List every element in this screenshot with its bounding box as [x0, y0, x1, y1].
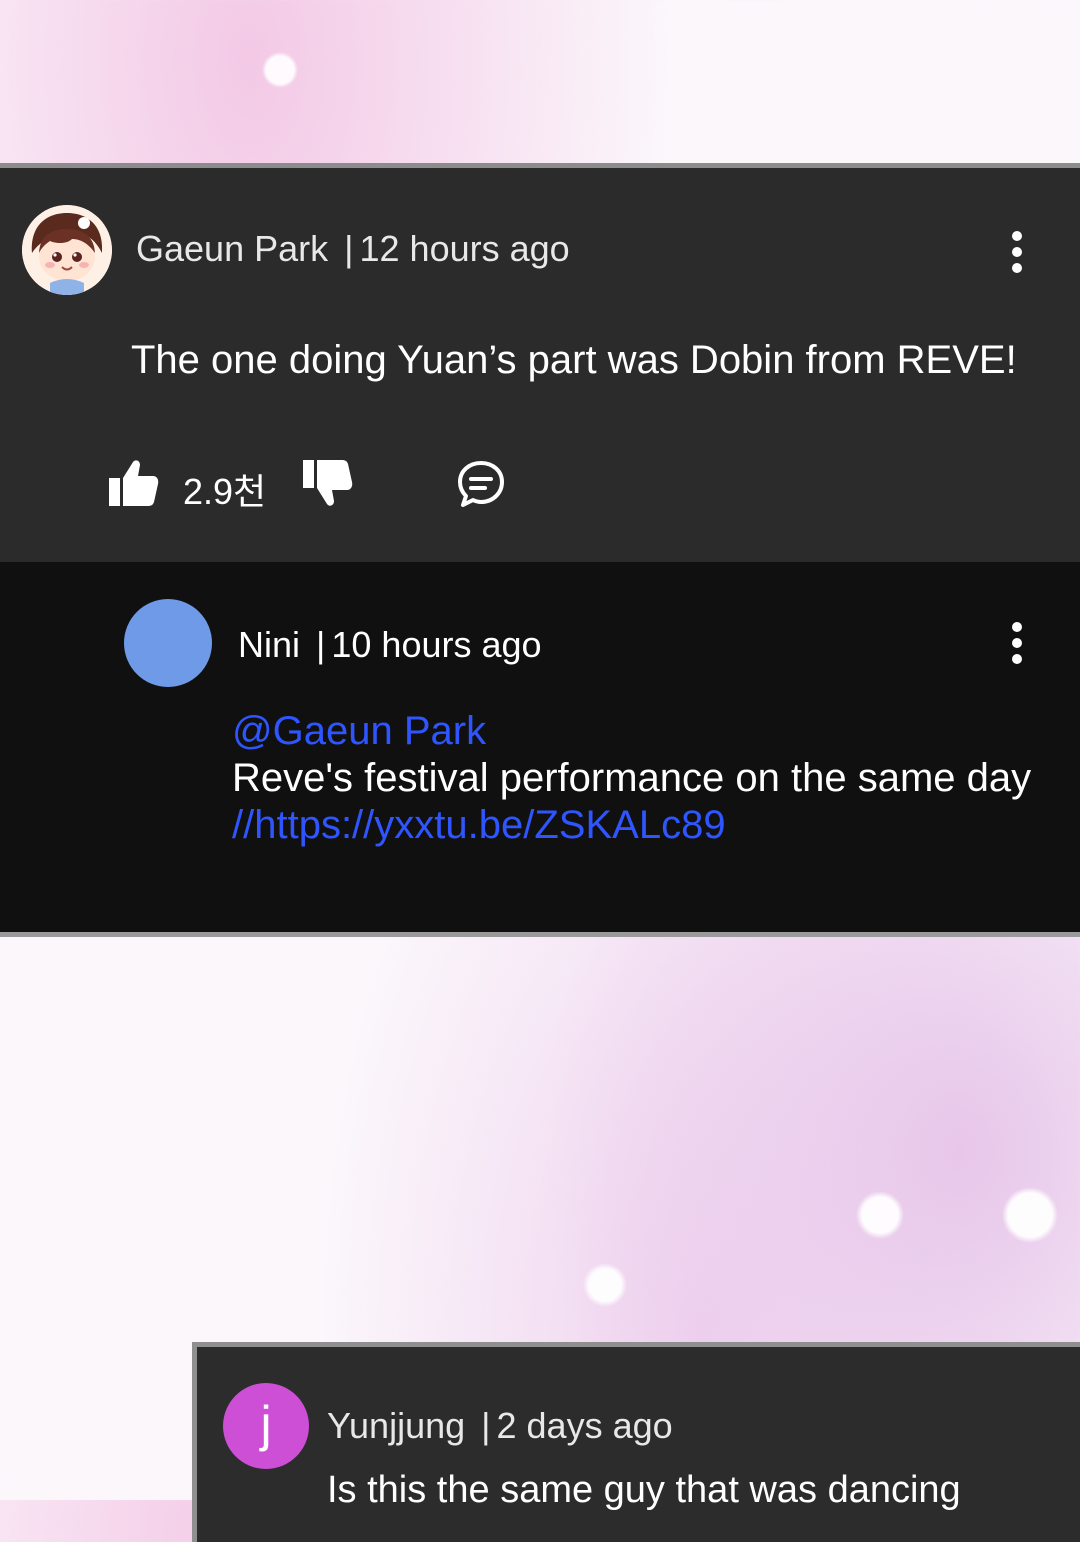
- third-time: 2 days ago: [496, 1405, 673, 1446]
- comment-card-main: Gaeun Park | 12 hours ago The one doing Y…: [0, 163, 1080, 563]
- meta-separator: |: [344, 228, 354, 269]
- like-count: 2.9천: [183, 471, 267, 512]
- third-comment-text: Is this the same guy that was dancing: [327, 1469, 961, 1511]
- third-author[interactable]: Yunjjung: [327, 1405, 465, 1446]
- reply-comment-icon[interactable]: [456, 459, 506, 509]
- reply-user-avatar[interactable]: [124, 599, 212, 687]
- reply-mention[interactable]: @Gaeun Park: [232, 708, 1031, 755]
- comment-card-third: j Yunjjung | 2 days ago Is this the same …: [192, 1342, 1080, 1542]
- reply-time: 10 hours ago: [331, 624, 542, 665]
- reply-text: Reve's festival performance on the same …: [232, 756, 1032, 800]
- more-options-icon[interactable]: [1011, 231, 1023, 275]
- comment-author[interactable]: Gaeun Park: [136, 228, 328, 269]
- more-options-icon[interactable]: [1011, 622, 1023, 666]
- comment-time: 12 hours ago: [359, 228, 570, 269]
- meta-separator: |: [316, 624, 326, 665]
- reply-author[interactable]: Nini: [238, 624, 300, 665]
- comment-text: The one doing Yuan’s part was Dobin from…: [131, 338, 1017, 382]
- meta-separator: |: [481, 1405, 491, 1446]
- user-avatar[interactable]: [22, 205, 112, 295]
- avatar-illustration-icon: [22, 205, 112, 295]
- avatar-letter: j: [260, 1396, 272, 1452]
- third-user-avatar[interactable]: j: [223, 1383, 309, 1469]
- third-meta: Yunjjung | 2 days ago: [327, 1405, 673, 1447]
- reply-link[interactable]: //https://yxxtu.be/ZSKALc89: [232, 802, 1031, 849]
- reply-meta: Nini | 10 hours ago: [238, 624, 542, 666]
- comment-meta: Gaeun Park | 12 hours ago: [136, 228, 570, 270]
- reply-body: @Gaeun Park Reve's festival performance …: [232, 708, 1031, 849]
- like-icon[interactable]: [107, 458, 159, 508]
- dislike-icon[interactable]: [301, 458, 353, 508]
